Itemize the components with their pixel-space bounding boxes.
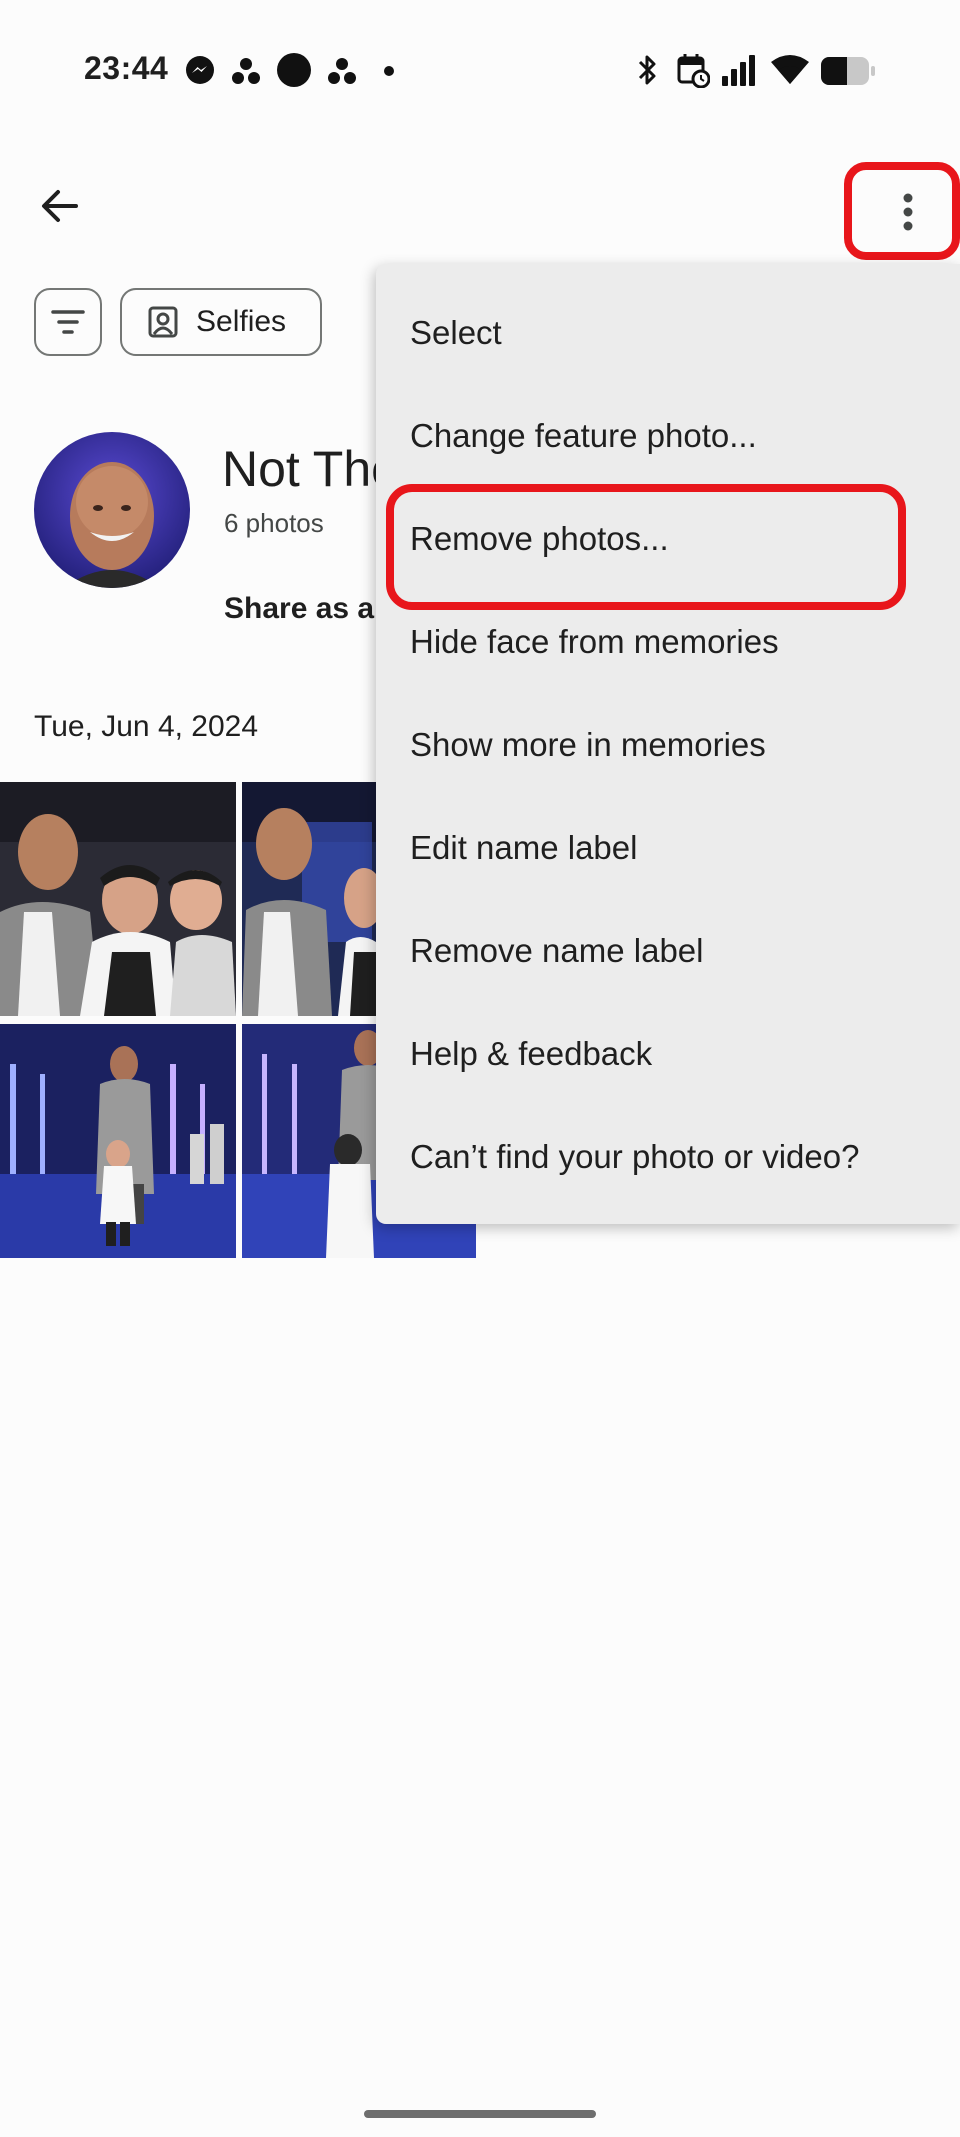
menu-item-change-feature-photo[interactable]: Change feature photo... bbox=[410, 417, 757, 455]
filter-chip[interactable] bbox=[34, 288, 102, 356]
date-header: Tue, Jun 4, 2024 bbox=[34, 710, 259, 743]
calendar-clock-icon bbox=[677, 54, 710, 88]
dots-cluster-icon bbox=[328, 58, 356, 84]
wifi-icon bbox=[771, 55, 809, 84]
photo-image bbox=[0, 1024, 236, 1258]
home-indicator[interactable] bbox=[364, 2110, 596, 2118]
status-bar: 23:44 bbox=[0, 0, 960, 140]
highlight-box-more-options bbox=[844, 162, 960, 260]
photo-thumbnail[interactable] bbox=[0, 1024, 236, 1258]
menu-item-help-feedback[interactable]: Help & feedback bbox=[410, 1035, 652, 1073]
menu-item-select[interactable]: Select bbox=[410, 314, 502, 352]
selfies-chip[interactable]: Selfies bbox=[120, 288, 322, 356]
back-button[interactable] bbox=[30, 176, 90, 236]
highlight-box-remove-photos bbox=[386, 484, 906, 610]
menu-item-hide-face[interactable]: Hide face from memories bbox=[410, 623, 779, 661]
share-as-album-button[interactable]: Share as all bbox=[224, 592, 391, 626]
status-time: 23:44 bbox=[84, 50, 169, 86]
photo-count: 6 photos bbox=[224, 508, 324, 538]
person-name[interactable]: Not The bbox=[222, 440, 399, 498]
selfies-chip-label: Selfies bbox=[196, 305, 287, 338]
messenger-icon bbox=[186, 56, 214, 84]
menu-item-cant-find[interactable]: Can’t find your photo or video? bbox=[410, 1138, 859, 1176]
photo-image bbox=[0, 782, 236, 1016]
portrait-icon bbox=[148, 306, 178, 338]
overflow-menu: Select Change feature photo... Remove ph… bbox=[376, 264, 960, 1224]
battery-icon bbox=[821, 57, 875, 85]
menu-item-edit-name-label[interactable]: Edit name label bbox=[410, 829, 637, 867]
dots-cluster-icon bbox=[232, 58, 260, 84]
menu-item-show-more[interactable]: Show more in memories bbox=[410, 726, 766, 764]
more-notifications-dot-icon bbox=[384, 66, 394, 76]
person-avatar[interactable] bbox=[34, 432, 190, 588]
menu-item-remove-name-label[interactable]: Remove name label bbox=[410, 932, 704, 970]
arrow-left-icon bbox=[42, 190, 78, 222]
photo-thumbnail[interactable] bbox=[0, 782, 236, 1016]
filter-icon bbox=[51, 310, 85, 334]
avatar-photo bbox=[34, 432, 190, 588]
photo-image bbox=[242, 782, 376, 1016]
circle-notification-icon bbox=[277, 53, 311, 87]
signal-icon bbox=[722, 55, 755, 86]
bluetooth-icon bbox=[638, 55, 656, 85]
photo-thumbnail[interactable] bbox=[242, 782, 376, 1016]
